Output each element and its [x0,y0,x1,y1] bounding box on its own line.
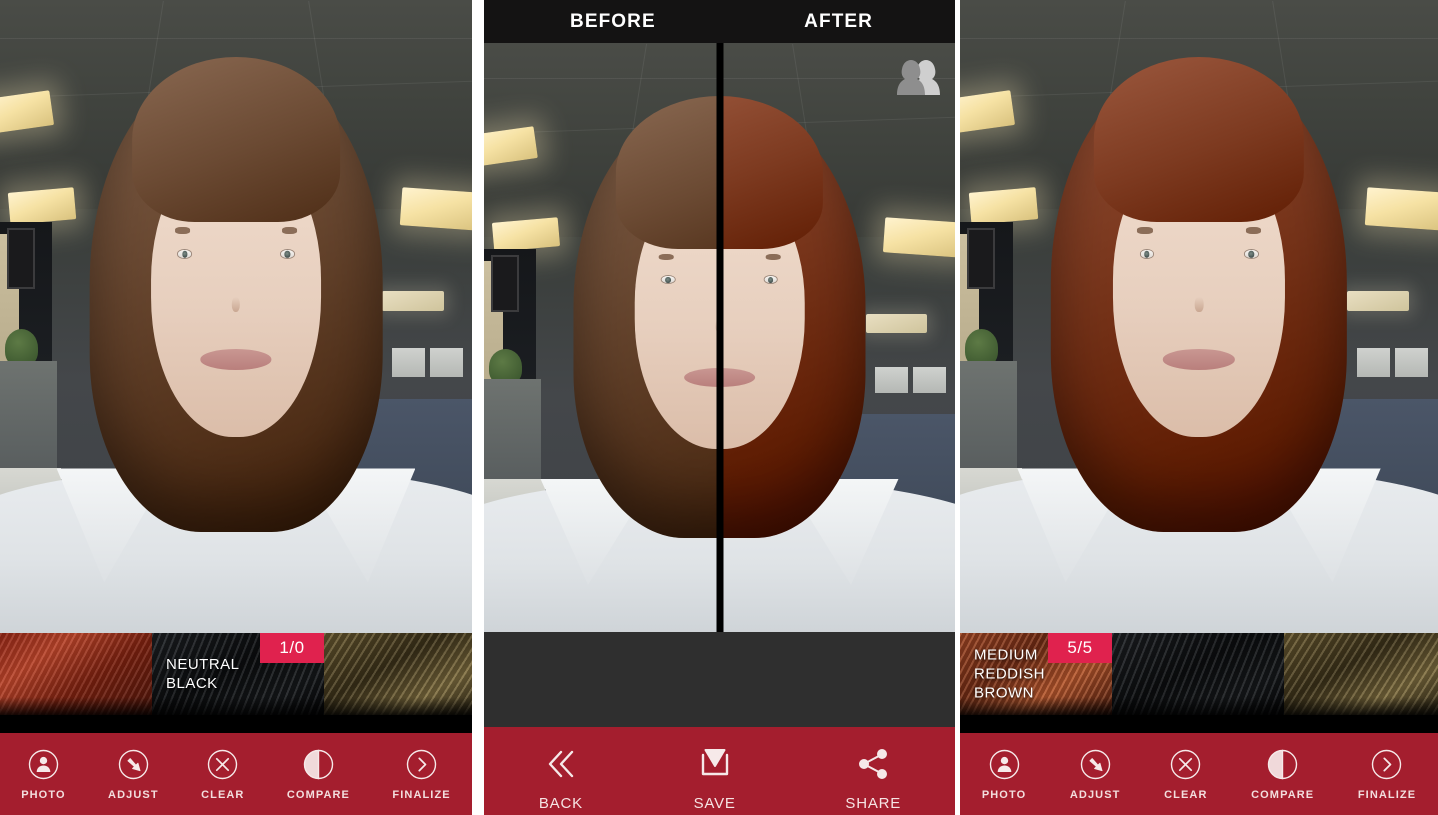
photo-label: PHOTO [21,789,65,801]
nose [232,297,240,312]
editor-toolbar: PHOTO ADJUST CLEAR COMPARE FINALIZE [0,733,472,815]
two-heads-silhouette-icon [893,53,941,95]
person-circle-icon [26,747,61,782]
share-nodes-icon [850,743,896,785]
split-circle-icon [301,747,336,782]
portrait-subject [0,0,472,633]
split-circle-icon [1265,747,1300,782]
lips [200,349,271,369]
clear-button[interactable]: CLEAR [201,733,244,801]
eye-right [764,276,777,283]
after-half [720,43,956,632]
compare-toolbar: BACK SAVE SHARE [484,727,955,815]
strip-shadow [960,697,1438,715]
lips [1163,349,1235,369]
portrait-subject [960,0,1438,633]
double-chevron-left-icon [538,743,584,785]
adjust-label: ADJUST [1070,789,1121,801]
shade-swatch-strip[interactable]: MEDIUM REDDISH BROWN5/5 [960,633,1438,715]
after-image [720,43,956,632]
photo-label: PHOTO [982,789,1026,801]
finalize-button[interactable]: FINALIZE [392,733,450,801]
compare-empty-strip [484,632,955,727]
photo-button[interactable]: PHOTO [21,733,65,801]
screenshot-stage: NEUTRAL BLACK 1/0 PHOTO ADJUST CLEAR COMP… [0,0,1438,815]
chevron-right-circle-icon [404,747,439,782]
nose [1195,297,1204,312]
back-button[interactable]: BACK [538,727,584,812]
adjust-label: ADJUST [108,789,159,801]
swatch-label: NEUTRAL BLACK [166,655,240,693]
split-compare-photo[interactable] [484,0,955,632]
eye-right [1245,250,1258,258]
clear-label: CLEAR [201,789,244,801]
clear-button[interactable]: CLEAR [1164,733,1207,801]
share-label: SHARE [845,795,901,812]
eye-right [281,250,294,258]
portrait-photo-before[interactable] [0,0,472,633]
chevron-right-circle-icon [1369,747,1404,782]
compare-label: COMPARE [1251,789,1314,801]
hair-top [616,96,720,249]
share-button[interactable]: SHARE [845,727,901,812]
clear-label: CLEAR [1164,789,1207,801]
back-label: BACK [539,795,583,812]
eye-left [1140,250,1153,258]
eye-left [662,276,675,283]
person-circle-icon [987,747,1022,782]
before-after-header: BEFORE AFTER [484,0,955,43]
pointing-hand-circle-icon [1078,747,1113,782]
pointing-hand-circle-icon [116,747,151,782]
split-divider[interactable] [716,43,723,632]
compare-panel: BEFORE AFTER [484,0,955,815]
editor-toolbar: PHOTO ADJUST CLEAR COMPARE FINALIZE [960,733,1438,815]
save-button[interactable]: SAVE [692,727,738,812]
x-circle-icon [205,747,240,782]
adjust-button[interactable]: ADJUST [108,733,159,801]
editor-panel: NEUTRAL BLACK 1/0 PHOTO ADJUST CLEAR COMP… [0,0,472,815]
shade-number-badge: 1/0 [260,633,324,663]
compare-label: COMPARE [287,789,350,801]
result-panel: MEDIUM REDDISH BROWN5/5 PHOTO ADJUST CLE… [960,0,1438,815]
finalize-label: FINALIZE [1358,789,1416,801]
lips [684,368,720,387]
portrait-photo-after[interactable] [960,0,1438,633]
download-tray-icon [692,743,738,785]
photo-button[interactable]: PHOTO [982,733,1026,801]
finalize-button[interactable]: FINALIZE [1358,733,1416,801]
swatch-label: MEDIUM REDDISH BROWN [974,646,1045,703]
compare-button[interactable]: COMPARE [1251,733,1314,801]
hair-top [132,57,340,222]
hair-top [720,96,824,249]
strip-shadow [0,697,472,715]
save-label: SAVE [694,795,736,812]
hair-top [1094,57,1304,222]
x-circle-icon [1168,747,1203,782]
before-image [484,43,720,632]
portrait-subject [484,43,720,632]
finalize-label: FINALIZE [392,789,450,801]
shade-number-badge: 5/5 [1048,633,1112,663]
after-label: AFTER [804,11,873,33]
lips [720,368,756,387]
portrait-subject [720,43,956,632]
eye-left [178,250,191,258]
adjust-button[interactable]: ADJUST [1070,733,1121,801]
before-label: BEFORE [570,11,656,33]
compare-button[interactable]: COMPARE [287,733,350,801]
before-half [484,43,720,632]
shade-swatch-strip[interactable]: NEUTRAL BLACK 1/0 [0,633,472,715]
